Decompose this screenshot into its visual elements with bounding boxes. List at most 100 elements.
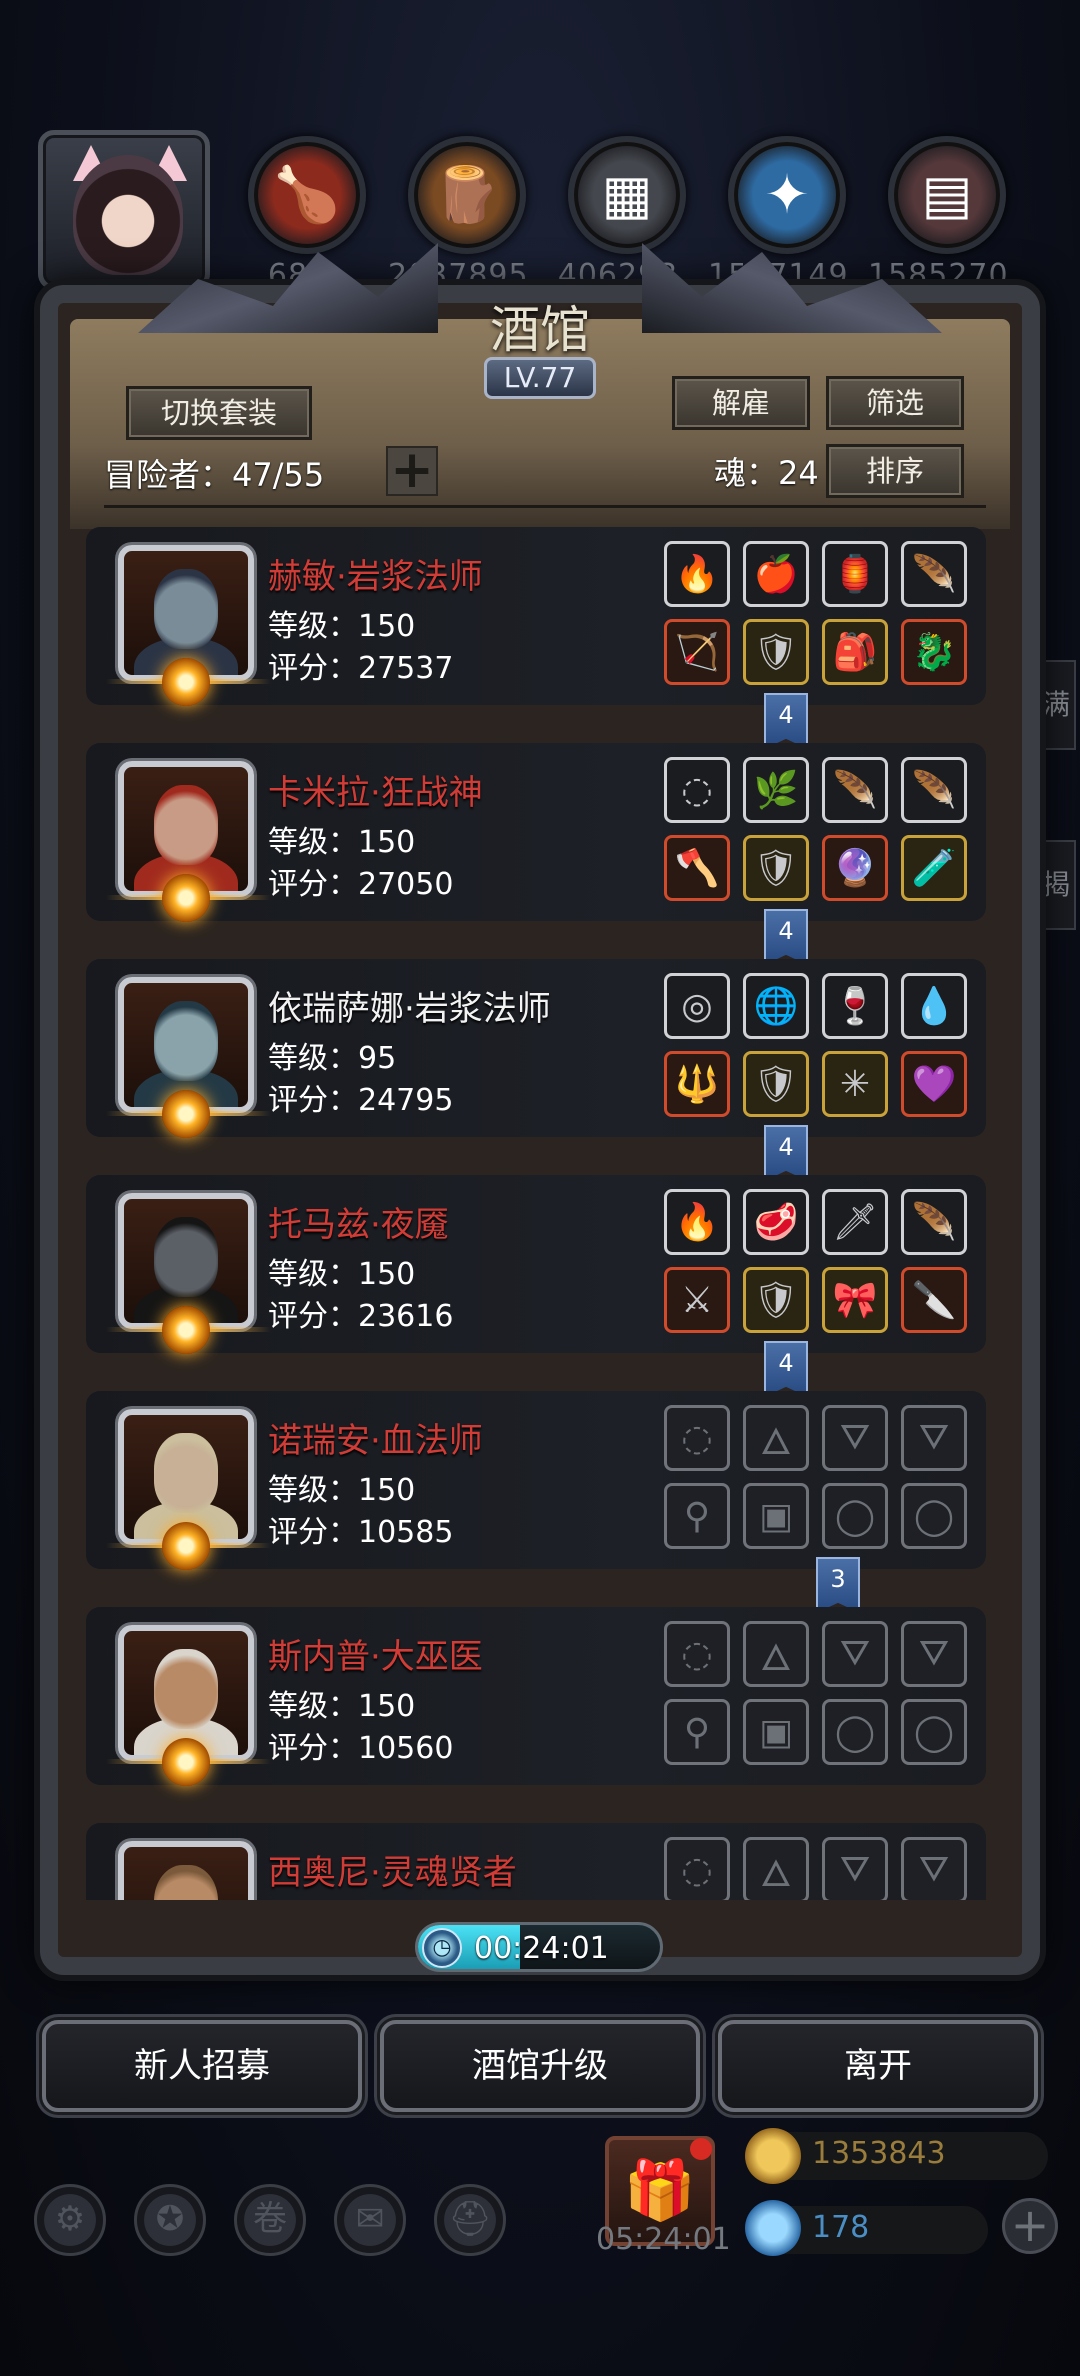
gem-icon xyxy=(745,2200,801,2256)
wood-icon[interactable]: 🪵 xyxy=(408,136,526,254)
hero-name: 卡米拉·狂战神 xyxy=(268,773,483,813)
equipment-slot[interactable]: ⛛ xyxy=(901,1837,967,1900)
equipment-item-icon: 🔮 xyxy=(832,848,878,889)
stone-icon[interactable]: ▦ xyxy=(568,136,686,254)
equipment-slot[interactable]: ⛛ xyxy=(901,1621,967,1687)
hero-row[interactable]: 诺瑞安·血法师 等级：150 评分：10585 ◌ 🜂 ⛛ ⛛ ⚲ ▣ ◯ ◯ xyxy=(86,1379,996,1570)
equipment-slot[interactable]: 🪶 xyxy=(901,541,967,607)
equipment-slot[interactable]: ◯ xyxy=(822,1483,888,1549)
equipment-item-icon: ⚲ xyxy=(683,1711,711,1753)
side-tab-2[interactable]: 揭 xyxy=(1036,840,1076,930)
helmet-icon[interactable]: ⛑ xyxy=(434,2184,506,2256)
hero-level: 等级：95 xyxy=(268,1041,397,1076)
hero-row[interactable]: 西奥尼·灵魂贤者 ◌ 🜂 ⛛ ⛛ xyxy=(86,1811,996,1900)
equipment-slot[interactable]: 🛡 xyxy=(743,835,809,901)
hero-name: 依瑞萨娜·岩浆法师 xyxy=(268,989,551,1029)
equipment-slot[interactable]: ✳ xyxy=(822,1051,888,1117)
equipment-slot[interactable]: ▣ xyxy=(743,1699,809,1765)
equipment-slot[interactable]: 🏮 xyxy=(822,541,888,607)
food-icon[interactable]: 🍗 xyxy=(248,136,366,254)
add-currency-button[interactable]: + xyxy=(1002,2198,1058,2254)
sort-button[interactable]: 排序 xyxy=(826,444,964,498)
equipment-slot[interactable]: 🌐 xyxy=(743,973,809,1039)
equipment-slot[interactable]: 🎒 xyxy=(822,619,888,685)
hero-row[interactable]: 斯内普·大巫医 等级：150 评分：10560 ◌ 🜂 ⛛ ⛛ ⚲ ▣ ◯ ◯ xyxy=(86,1595,996,1786)
hero-row[interactable]: 托马兹·夜魇 等级：150 评分：23616 🔥 🥩 🗡 🪶 ⚔ 🛡 🎀 🔪 xyxy=(86,1163,996,1354)
equipment-slot[interactable]: 🥩 xyxy=(743,1189,809,1255)
equipment-slot[interactable]: 🔪 xyxy=(901,1267,967,1333)
equipment-item-icon: ◌ xyxy=(681,1633,713,1675)
equipment-slot[interactable]: 🗡 xyxy=(822,1189,888,1255)
equipment-slot[interactable]: 🐉 xyxy=(901,619,967,685)
player-avatar[interactable] xyxy=(38,130,210,290)
equipment-slot[interactable]: ◯ xyxy=(901,1483,967,1549)
stone-icon-glyph: ▦ xyxy=(601,163,653,226)
equipment-slot[interactable]: 🜂 xyxy=(743,1621,809,1687)
equipment-slot[interactable]: 🪶 xyxy=(901,1189,967,1255)
sun-rank-icon xyxy=(162,1306,210,1354)
hero-row[interactable]: 赫敏·岩浆法师 等级：150 评分：27537 🔥 🍎 🏮 🪶 🏹 🛡 🎒 🐉 xyxy=(86,515,996,706)
mail-icon[interactable]: ✉ xyxy=(334,2184,406,2256)
equipment-slot[interactable]: ◌ xyxy=(664,1621,730,1687)
scroll-icon[interactable]: 卷 xyxy=(234,2184,306,2256)
switch-outfit-button[interactable]: 切换套装 xyxy=(126,386,312,440)
equipment-slot[interactable]: 🪶 xyxy=(822,757,888,823)
upgrade-tavern-button[interactable]: 酒馆升级 xyxy=(380,2020,700,2112)
equipment-slot[interactable]: ◌ xyxy=(664,1837,730,1900)
iron-icon[interactable]: ▤ xyxy=(888,136,1006,254)
equipment-item-icon: 💧 xyxy=(911,986,957,1027)
equipment-slot[interactable]: ⛛ xyxy=(822,1621,888,1687)
equipment-slot[interactable]: 🧪 xyxy=(901,835,967,901)
equipment-slot[interactable]: 🛡 xyxy=(743,1267,809,1333)
gear-icon[interactable]: ⚙ xyxy=(34,2184,106,2256)
gem-amount: 178 xyxy=(812,2210,870,2245)
hero-score: 评分：23616 xyxy=(268,1299,454,1334)
hero-portrait[interactable] xyxy=(118,1841,254,1900)
equipment-slot[interactable]: 🪓 xyxy=(664,835,730,901)
equipment-slot[interactable]: ⚲ xyxy=(664,1483,730,1549)
filter-button[interactable]: 筛选 xyxy=(826,376,964,430)
equipment-slot[interactable]: ⛛ xyxy=(822,1405,888,1471)
dismiss-button[interactable]: 解雇 xyxy=(672,376,810,430)
equipment-slot[interactable]: 💜 xyxy=(901,1051,967,1117)
equipment-slot[interactable]: ◌ xyxy=(664,757,730,823)
equipment-item-icon: 💜 xyxy=(911,1064,957,1105)
equipment-slot[interactable]: ⛛ xyxy=(901,1405,967,1471)
equipment-slot[interactable]: ⛛ xyxy=(822,1837,888,1900)
add-slot-button[interactable]: + xyxy=(386,444,438,496)
equipment-slot[interactable]: 🜂 xyxy=(743,1837,809,1900)
equipment-slot[interactable]: 🜂 xyxy=(743,1405,809,1471)
star-icon[interactable]: ✪ xyxy=(134,2184,206,2256)
equipment-slot[interactable]: 🏹 xyxy=(664,619,730,685)
equipment-slot[interactable]: 🛡 xyxy=(743,619,809,685)
equipment-item-icon: ▣ xyxy=(758,1711,793,1753)
hero-level: 等级：150 xyxy=(268,1689,416,1724)
equipment-slot[interactable]: 🍷 xyxy=(822,973,888,1039)
equipment-slot[interactable]: 🪶 xyxy=(901,757,967,823)
equipment-slot[interactable]: 🔥 xyxy=(664,541,730,607)
recruit-button[interactable]: 新人招募 xyxy=(42,2020,362,2112)
hero-row[interactable]: 依瑞萨娜·岩浆法师 等级：95 评分：24795 ◎ 🌐 🍷 💧 🔱 🛡 ✳ 💜 xyxy=(86,947,996,1138)
equipment-item-icon: 🌐 xyxy=(753,986,799,1027)
equipment-slot[interactable]: 🔱 xyxy=(664,1051,730,1117)
leave-button[interactable]: 离开 xyxy=(718,2020,1038,2112)
equipment-slot[interactable]: 🔮 xyxy=(822,835,888,901)
hero-row[interactable]: 卡米拉·狂战神 等级：150 评分：27050 ◌ 🌿 🪶 🪶 🪓 🛡 🔮 🧪 xyxy=(86,731,996,922)
equipment-slot[interactable]: 🛡 xyxy=(743,1051,809,1117)
side-tab-1[interactable]: 满 xyxy=(1036,660,1076,750)
equipment-slot[interactable]: ⚲ xyxy=(664,1699,730,1765)
equipment-slot[interactable]: ◯ xyxy=(901,1699,967,1765)
equipment-slot[interactable]: ◎ xyxy=(664,973,730,1039)
equipment-slot[interactable]: 🌿 xyxy=(743,757,809,823)
crystal-icon[interactable]: ✦ xyxy=(728,136,846,254)
equipment-slot[interactable]: 🍎 xyxy=(743,541,809,607)
equipment-slot[interactable]: 🔥 xyxy=(664,1189,730,1255)
hero-list[interactable]: 赫敏·岩浆法师 等级：150 评分：27537 🔥 🍎 🏮 🪶 🏹 🛡 🎒 🐉 4 卡米拉·狂战神 等级：… xyxy=(86,515,996,1900)
equipment-slot[interactable]: 💧 xyxy=(901,973,967,1039)
equipment-slot[interactable]: ⚔ xyxy=(664,1267,730,1333)
equipment-slot[interactable]: ▣ xyxy=(743,1483,809,1549)
equipment-slot[interactable]: ◌ xyxy=(664,1405,730,1471)
sun-rank-icon xyxy=(162,1090,210,1138)
equipment-slot[interactable]: ◯ xyxy=(822,1699,888,1765)
equipment-slot[interactable]: 🎀 xyxy=(822,1267,888,1333)
